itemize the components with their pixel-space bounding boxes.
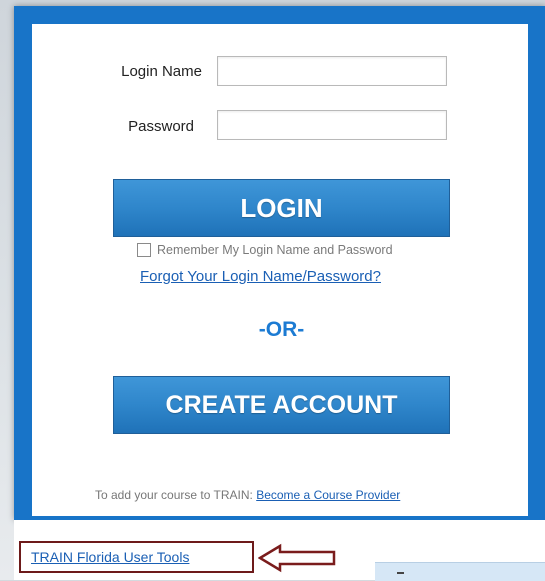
left-arrow-icon (258, 543, 336, 573)
partial-popup-edge (375, 562, 545, 581)
or-divider: -OR- (258, 318, 305, 341)
course-provider-prefix: To add your course to TRAIN: (95, 488, 253, 502)
remember-me-checkbox[interactable] (137, 243, 151, 257)
remember-me-label: Remember My Login Name and Password (157, 243, 393, 257)
create-account-button-label: CREATE ACCOUNT (165, 390, 398, 419)
login-name-label: Login Name (121, 63, 202, 80)
password-label: Password (128, 118, 194, 135)
become-course-provider-link[interactable]: Become a Course Provider (256, 488, 400, 502)
create-account-button[interactable]: CREATE ACCOUNT (113, 376, 450, 434)
login-name-input[interactable] (217, 56, 447, 86)
password-input[interactable] (217, 110, 447, 140)
login-button-label: LOGIN (240, 192, 323, 223)
remember-me-row[interactable]: Remember My Login Name and Password (137, 243, 393, 257)
course-provider-row: To add your course to TRAIN: Become a Co… (95, 488, 400, 502)
user-tools-link[interactable]: TRAIN Florida User Tools (31, 549, 189, 565)
login-button[interactable]: LOGIN (113, 179, 450, 237)
forgot-credentials-link[interactable]: Forgot Your Login Name/Password? (140, 268, 381, 285)
